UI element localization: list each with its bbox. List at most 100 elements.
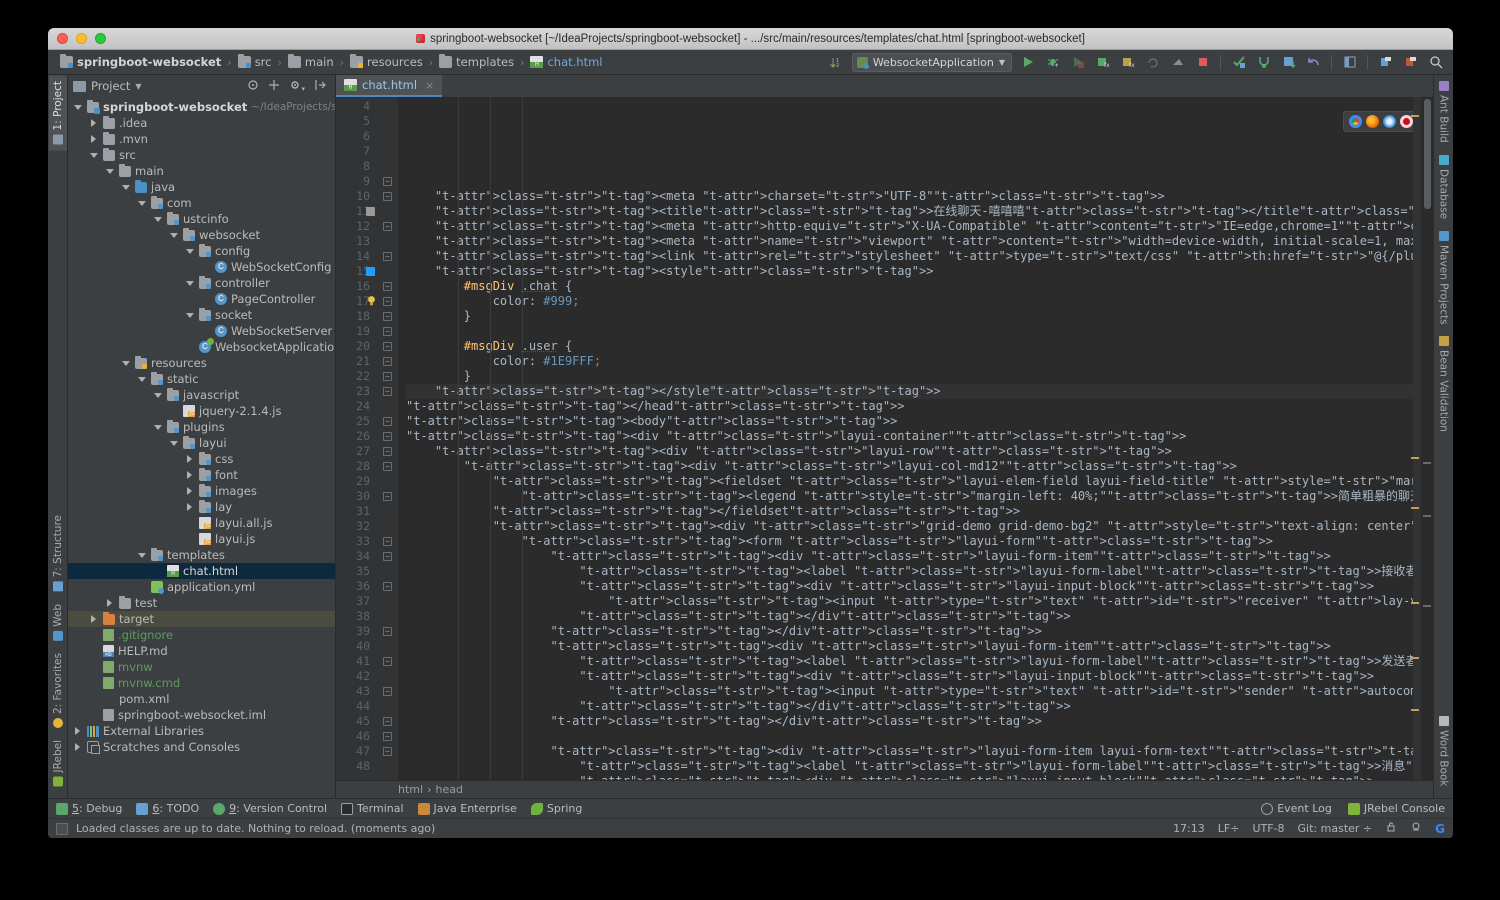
search-icon[interactable]	[1426, 53, 1445, 72]
code-line[interactable]: "t-attr">class="t-str">"t-tag"><div "t-a…	[406, 444, 1413, 459]
check-commit-icon[interactable]	[1229, 53, 1248, 72]
code-fold-icon[interactable]: −	[383, 552, 392, 561]
sort-icon[interactable]: 12	[827, 53, 846, 72]
code-fold-icon[interactable]: −	[383, 657, 392, 666]
code-line[interactable]: "t-attr">class="t-str">"t-tag"><input "t…	[406, 594, 1413, 609]
tree-item-javascript[interactable]: javascript	[68, 387, 335, 403]
code-line[interactable]: "t-attr">class="t-str">"t-tag"><div "t-a…	[406, 744, 1414, 759]
code-fold-icon[interactable]: −	[383, 372, 392, 381]
code-fold-icon[interactable]: −	[383, 462, 392, 471]
chevron-down-icon[interactable]	[74, 103, 83, 112]
branch-indicator[interactable]: Git: master ÷	[1298, 822, 1373, 835]
code-line[interactable]: "t-attr">class="t-str">"t-tag"><meta "t-…	[406, 234, 1413, 249]
code-line[interactable]: #msgDiv .user {	[406, 339, 1413, 354]
inspection-icon[interactable]	[1410, 821, 1422, 836]
breadcrumb-item-main[interactable]: main	[282, 54, 340, 69]
code-fold-icon[interactable]: −	[383, 327, 392, 336]
sidebar-item-structure[interactable]: 7: Structure	[49, 509, 67, 597]
code-line[interactable]: }	[406, 309, 1413, 324]
code-fold-icon[interactable]: −	[383, 342, 392, 351]
tree-item-layui-js[interactable]: layui.js	[68, 531, 335, 547]
sidebar-item-favorites[interactable]: 2: Favorites	[49, 647, 67, 734]
tool-button-todo[interactable]: 6: TODO	[136, 802, 199, 815]
restore-window-icon[interactable]	[1376, 53, 1395, 72]
chevron-right-icon[interactable]	[186, 502, 195, 512]
code-line[interactable]	[406, 729, 1413, 744]
tree-item-jquery-2-1-4-js[interactable]: jquery-2.1.4.js	[68, 403, 335, 419]
chevron-right-icon[interactable]	[90, 614, 99, 624]
code-fold-icon[interactable]: −	[383, 627, 392, 636]
firefox-icon[interactable]	[1366, 115, 1379, 128]
tree-item-springboot-websocket-iml[interactable]: springboot-websocket.iml	[68, 707, 335, 723]
chevron-down-icon[interactable]	[170, 439, 179, 448]
undo-icon[interactable]	[1304, 53, 1323, 72]
sidebar-item-word-book[interactable]: Word Book	[1435, 710, 1453, 792]
chevron-down-icon[interactable]	[186, 279, 195, 288]
chevron-down-icon[interactable]	[106, 167, 115, 176]
collapse-icon[interactable]	[314, 79, 326, 94]
tree-item-socket[interactable]: socket	[68, 307, 335, 323]
code-line[interactable]: "t-attr">class="t-str">"t-tag"><meta "t-…	[406, 219, 1413, 234]
code-line[interactable]: "t-attr">class="t-str">"t-tag"><title"t-…	[406, 204, 1413, 219]
editor-scrollbar[interactable]	[1421, 97, 1433, 780]
code-fold-icon[interactable]: −	[383, 177, 392, 186]
tree-item-resources[interactable]: resources	[68, 355, 335, 371]
chevron-down-icon[interactable]	[186, 311, 195, 320]
code-line[interactable]: "t-attr">class="t-str">"t-tag"><div "t-a…	[406, 429, 1413, 444]
line-separator-indicator[interactable]: LF÷	[1218, 822, 1240, 835]
memory-indicator[interactable]	[56, 822, 68, 835]
tree-item-chat-html[interactable]: chat.html	[68, 563, 335, 579]
tree-item-java[interactable]: java	[68, 179, 335, 195]
tree-item-websocketserver[interactable]: WebSocketServer	[68, 323, 335, 339]
expand-icon[interactable]	[268, 79, 280, 94]
sidebar-item-project[interactable]: 1: Project	[48, 75, 67, 151]
chevron-right-icon[interactable]	[186, 454, 195, 464]
code-line[interactable]: "t-attr">class="t-str">"t-tag"><div "t-a…	[406, 669, 1413, 684]
chevron-down-icon[interactable]	[186, 247, 195, 256]
tool-button-terminal[interactable]: Terminal	[341, 802, 404, 815]
tree-item-main[interactable]: main	[68, 163, 335, 179]
tool-button-jrebel-console[interactable]: JRebel Console	[1347, 802, 1445, 815]
code-line[interactable]: "t-attr">class="t-str">"t-tag"><label "t…	[406, 564, 1413, 579]
tree-item-font[interactable]: font	[68, 467, 335, 483]
code-line[interactable]: "t-attr">class="t-str">"t-tag"><div "t-a…	[406, 774, 1413, 780]
tool-button-java-enterprise[interactable]: Java Enterprise	[417, 802, 517, 815]
chevron-right-icon[interactable]	[74, 742, 83, 752]
tree-item-websocketconfig[interactable]: WebSocketConfig	[68, 259, 335, 275]
tree-item-scratches-and-consoles[interactable]: Scratches and Consoles	[68, 739, 335, 755]
chevron-down-icon[interactable]	[90, 151, 99, 160]
intention-bulb-icon[interactable]	[366, 295, 377, 306]
tree-item--mvn[interactable]: .mvn	[68, 131, 335, 147]
chevron-down-icon[interactable]	[170, 231, 179, 240]
update-project-icon[interactable]	[1279, 53, 1298, 72]
chrome-icon[interactable]	[1349, 115, 1362, 128]
code-line[interactable]: "t-attr">class="t-str">"t-tag"><input "t…	[406, 684, 1413, 699]
tree-item-pagecontroller[interactable]: PageController	[68, 291, 335, 307]
code-fold-icon[interactable]: −	[383, 447, 392, 456]
tool-button-spring[interactable]: Spring	[530, 802, 582, 815]
code-fold-icon[interactable]: −	[383, 357, 392, 366]
code-line[interactable]: "t-attr">class="t-str">"t-tag"></fieldse…	[406, 504, 1413, 519]
tree-item-ustcinfo[interactable]: ustcinfo	[68, 211, 335, 227]
chevron-down-icon[interactable]	[122, 359, 131, 368]
code-fold-icon[interactable]: −	[383, 417, 392, 426]
sidebar-item-maven[interactable]: Maven Projects	[1435, 225, 1453, 331]
sidebar-item-bean-validation[interactable]: Bean Validation	[1435, 330, 1453, 438]
run-icon[interactable]	[1018, 53, 1037, 72]
code-fold-icon[interactable]: −	[383, 312, 392, 321]
close-icon[interactable]: ×	[425, 79, 434, 92]
debug-icon[interactable]	[1043, 53, 1062, 72]
tool-button-debug[interactable]: 5: Debug	[56, 802, 122, 815]
run-configuration-selector[interactable]: WebsocketApplication ▼	[851, 52, 1012, 72]
breadcrumb-item-file[interactable]: chat.html	[524, 55, 608, 69]
tool-button-event-log[interactable]: Event Log	[1261, 802, 1332, 815]
chevron-right-icon[interactable]	[90, 118, 99, 128]
chevron-down-icon[interactable]	[154, 215, 163, 224]
locate-icon[interactable]	[247, 79, 259, 94]
coverage-icon[interactable]	[1068, 53, 1087, 72]
tree-item-static[interactable]: static	[68, 371, 335, 387]
chevron-down-icon[interactable]	[154, 391, 163, 400]
chevron-down-icon[interactable]	[122, 183, 131, 192]
code-fold-icon[interactable]: −	[383, 732, 392, 741]
sidebar-item-database[interactable]: Database	[1435, 149, 1453, 225]
